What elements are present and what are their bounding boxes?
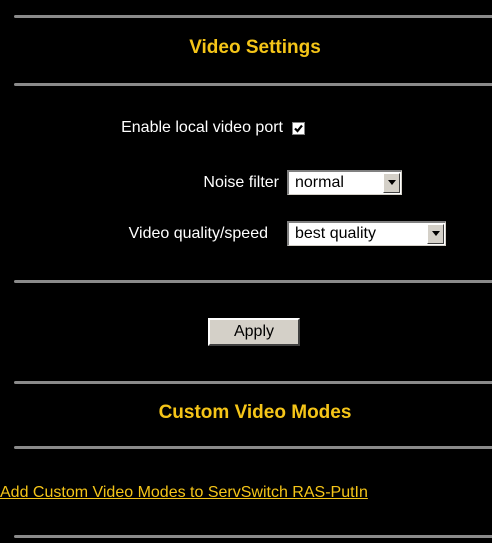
noise-filter-value: normal [295, 174, 344, 191]
video-quality-select[interactable]: best quality [287, 221, 446, 246]
divider [14, 83, 492, 86]
add-custom-video-modes-link[interactable]: Add Custom Video Modes to ServSwitch RAS… [0, 484, 368, 502]
divider [14, 280, 492, 283]
divider [14, 15, 492, 18]
custom-video-modes-title: Custom Video Modes [158, 402, 352, 423]
checkmark-icon [294, 124, 303, 133]
noise-filter-dropdown-button[interactable] [383, 173, 400, 193]
chevron-down-icon [388, 180, 396, 185]
enable-local-video-port-checkbox[interactable] [292, 122, 305, 135]
video-quality-dropdown-button[interactable] [427, 224, 444, 244]
divider [14, 381, 492, 384]
divider [14, 535, 492, 538]
video-settings-title: Video Settings [189, 37, 321, 58]
video-settings-panel: Video Settings Enable local video port N… [0, 0, 492, 543]
enable-local-video-port-label: Enable local video port [121, 119, 283, 136]
video-quality-value: best quality [295, 225, 376, 242]
divider [14, 446, 492, 449]
apply-button[interactable]: Apply [208, 318, 300, 346]
chevron-down-icon [432, 231, 440, 236]
noise-filter-label: Noise filter [203, 174, 279, 191]
video-quality-label: Video quality/speed [128, 225, 268, 242]
noise-filter-select[interactable]: normal [287, 170, 402, 195]
